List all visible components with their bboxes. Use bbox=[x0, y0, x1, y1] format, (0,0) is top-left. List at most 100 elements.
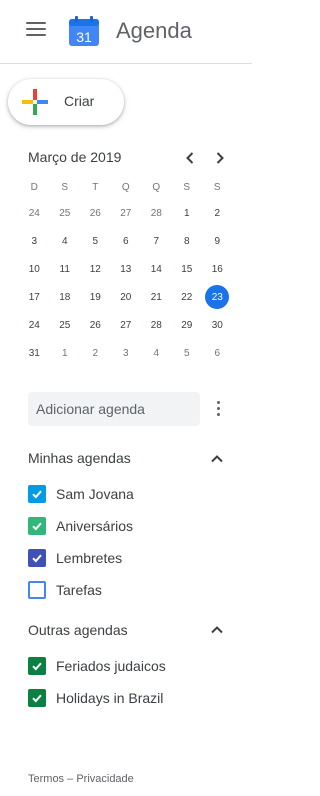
calendar-day[interactable]: 24 bbox=[19, 311, 50, 339]
day-number: 23 bbox=[205, 285, 230, 309]
calendar-list-item[interactable]: Sam Jovana bbox=[28, 482, 134, 506]
calendar-day[interactable]: 17 bbox=[19, 283, 50, 311]
checkbox-checked-icon[interactable] bbox=[28, 549, 46, 567]
more-options-icon[interactable] bbox=[212, 398, 224, 420]
day-number: 4 bbox=[61, 235, 68, 247]
calendar-day[interactable]: 8 bbox=[172, 227, 203, 255]
calendar-list-item[interactable]: Lembretes bbox=[28, 546, 122, 570]
checkbox-checked-icon[interactable] bbox=[28, 657, 46, 675]
calendar-day[interactable]: 15 bbox=[172, 255, 203, 283]
calendar-name: Lembretes bbox=[56, 550, 123, 566]
add-calendar-input[interactable] bbox=[28, 392, 200, 426]
calendar-day[interactable]: 28 bbox=[141, 199, 172, 227]
calendar-day[interactable]: 21 bbox=[141, 283, 172, 311]
weekday-label: Q bbox=[121, 181, 130, 193]
calendar-logo-icon[interactable]: 31 bbox=[68, 15, 100, 47]
day-number: 6 bbox=[214, 347, 221, 359]
previous-month-icon[interactable] bbox=[180, 148, 200, 168]
calendar-day-today[interactable]: 23 bbox=[202, 283, 233, 311]
terms-link[interactable]: Termos bbox=[28, 773, 64, 785]
day-number: 21 bbox=[150, 291, 162, 303]
day-number: 11 bbox=[59, 263, 70, 275]
calendar-day[interactable]: 7 bbox=[141, 227, 172, 255]
calendar-day[interactable]: 28 bbox=[141, 311, 172, 339]
create-button-label: Criar bbox=[64, 93, 95, 109]
calendar-day[interactable]: 27 bbox=[111, 199, 142, 227]
day-number: 15 bbox=[181, 263, 193, 275]
calendar-day[interactable]: 6 bbox=[202, 339, 233, 367]
add-calendar-field[interactable] bbox=[28, 392, 200, 426]
other-calendars-title: Outras agendas bbox=[28, 622, 128, 638]
calendar-day[interactable]: 30 bbox=[202, 311, 233, 339]
calendar-day[interactable]: 6 bbox=[111, 227, 142, 255]
day-number: 14 bbox=[150, 263, 162, 275]
day-number: 20 bbox=[120, 291, 132, 303]
calendar-day[interactable]: 16 bbox=[202, 255, 233, 283]
weekday-label: Q bbox=[152, 181, 161, 193]
calendar-day[interactable]: 14 bbox=[141, 255, 172, 283]
day-number: 5 bbox=[183, 347, 190, 359]
create-button[interactable]: Criar bbox=[8, 79, 124, 125]
calendar-day[interactable]: 9 bbox=[202, 227, 233, 255]
calendar-day[interactable]: 2 bbox=[80, 339, 111, 367]
calendar-day[interactable]: 24 bbox=[19, 199, 50, 227]
calendar-name: Tarefas bbox=[56, 582, 102, 598]
calendar-list-item[interactable]: Aniversários bbox=[28, 514, 133, 538]
day-number: 3 bbox=[31, 235, 38, 247]
calendar-list-item[interactable]: Holidays in Brazil bbox=[28, 686, 163, 710]
calendar-day[interactable]: 10 bbox=[19, 255, 50, 283]
calendar-day[interactable]: 22 bbox=[172, 283, 203, 311]
calendar-day[interactable]: 3 bbox=[111, 339, 142, 367]
calendar-day[interactable]: 1 bbox=[172, 199, 203, 227]
checkbox-checked-icon[interactable] bbox=[28, 689, 46, 707]
privacy-link[interactable]: Privacidade bbox=[76, 773, 133, 785]
chevron-up-icon[interactable] bbox=[208, 621, 226, 639]
day-number: 25 bbox=[59, 319, 71, 331]
calendar-week: 3 4 5 6 7 8 9 bbox=[19, 227, 233, 255]
calendar-day[interactable]: 18 bbox=[50, 283, 81, 311]
calendar-day[interactable]: 4 bbox=[141, 339, 172, 367]
calendar-day[interactable]: 20 bbox=[111, 283, 142, 311]
calendar-day[interactable]: 5 bbox=[80, 227, 111, 255]
weekday-label: S bbox=[213, 181, 221, 193]
day-number: 7 bbox=[153, 235, 160, 247]
calendar-list-item[interactable]: Feriados judaicos bbox=[28, 654, 166, 678]
calendar-day[interactable]: 26 bbox=[80, 199, 111, 227]
calendar-day[interactable]: 4 bbox=[50, 227, 81, 255]
calendar-day[interactable]: 29 bbox=[172, 311, 203, 339]
calendar-day[interactable]: 11 bbox=[50, 255, 81, 283]
app-header: 31 Agenda bbox=[0, 0, 252, 64]
day-number: 26 bbox=[89, 319, 101, 331]
calendar-day[interactable]: 5 bbox=[172, 339, 203, 367]
calendar-day[interactable]: 31 bbox=[19, 339, 50, 367]
day-number: 31 bbox=[28, 347, 40, 359]
calendar-day[interactable]: 25 bbox=[50, 311, 81, 339]
mini-calendar-grid: D S T Q Q S S 24 25 26 27 28 1 2 3 4 5 6 7 8 9 10 11 12 13 14 15 16… bbox=[19, 175, 233, 367]
footer-separator: – bbox=[67, 773, 74, 785]
calendar-day[interactable]: 27 bbox=[111, 311, 142, 339]
next-month-icon[interactable] bbox=[210, 148, 230, 168]
calendar-name: Feriados judaicos bbox=[56, 658, 166, 674]
calendar-day[interactable]: 3 bbox=[19, 227, 50, 255]
day-number: 27 bbox=[120, 319, 132, 331]
calendar-day[interactable]: 26 bbox=[80, 311, 111, 339]
mini-calendar-month: Março de 2019 bbox=[28, 149, 122, 165]
calendar-day[interactable]: 25 bbox=[50, 199, 81, 227]
calendar-week: 10 11 12 13 14 15 16 bbox=[19, 255, 233, 283]
day-number: 1 bbox=[61, 347, 68, 359]
calendar-day[interactable]: 13 bbox=[111, 255, 142, 283]
main-menu-icon[interactable] bbox=[26, 22, 46, 38]
chevron-up-icon[interactable] bbox=[208, 450, 226, 468]
calendar-list-item[interactable]: Tarefas bbox=[28, 578, 102, 602]
calendar-day[interactable]: 1 bbox=[50, 339, 81, 367]
calendar-day[interactable]: 2 bbox=[202, 199, 233, 227]
calendar-day[interactable]: 12 bbox=[80, 255, 111, 283]
checkbox-checked-icon[interactable] bbox=[28, 485, 46, 503]
day-number: 9 bbox=[214, 235, 221, 247]
checkbox-checked-icon[interactable] bbox=[28, 517, 46, 535]
calendar-day[interactable]: 19 bbox=[80, 283, 111, 311]
day-number: 27 bbox=[120, 207, 132, 219]
checkbox-unchecked-icon[interactable] bbox=[28, 581, 46, 599]
day-number: 8 bbox=[183, 235, 190, 247]
footer-links: Termos – Privacidade bbox=[28, 773, 134, 785]
